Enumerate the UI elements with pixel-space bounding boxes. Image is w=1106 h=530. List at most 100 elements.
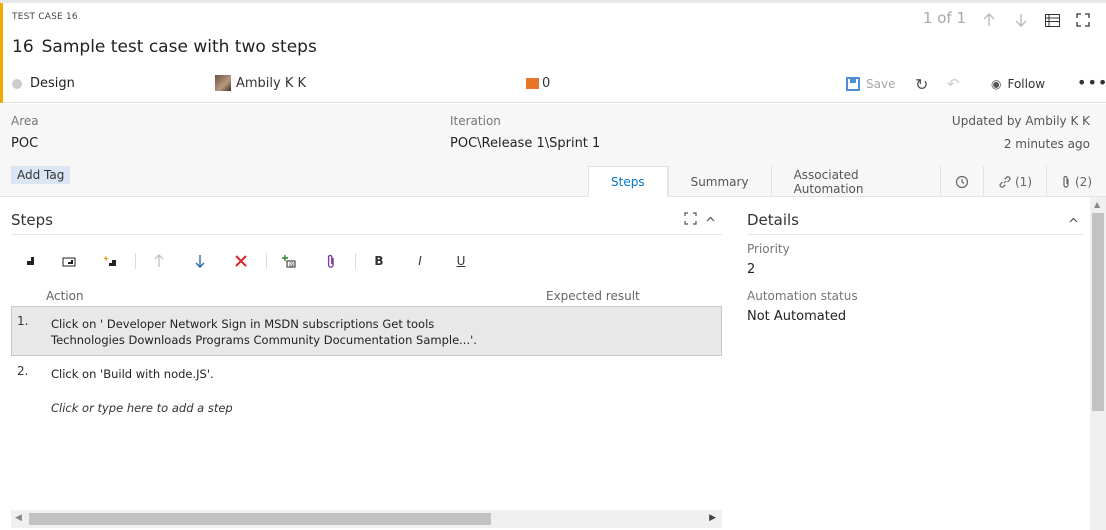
priority-value[interactable]: 2 xyxy=(747,262,755,277)
create-shared-steps-button[interactable] xyxy=(100,251,120,271)
chevron-up-icon xyxy=(1069,217,1078,223)
automation-status-label: Automation status xyxy=(747,289,858,303)
horizontal-scrollbar[interactable]: ◀ ▶ xyxy=(11,510,722,528)
tab-links[interactable]: (1) xyxy=(983,166,1046,197)
save-icon xyxy=(846,77,860,91)
more-actions-button[interactable]: ••• xyxy=(1077,73,1106,92)
automation-status-value[interactable]: Not Automated xyxy=(747,309,846,324)
move-step-down-button[interactable] xyxy=(190,251,210,271)
area-label: Area xyxy=(11,114,39,128)
add-step-placeholder[interactable]: Click or type here to add a step xyxy=(51,401,233,415)
assignee-name: Ambily K K xyxy=(236,75,307,91)
parameter-icon: @ xyxy=(282,255,296,268)
step-action-line[interactable]: Click on 'Build with node.JS'. xyxy=(51,366,214,382)
arrow-up-icon xyxy=(154,254,164,267)
shared-steps-icon xyxy=(62,257,75,267)
undo-icon: ↶ xyxy=(947,75,960,93)
comment-count: 0 xyxy=(542,76,551,91)
close-icon xyxy=(235,255,247,267)
tab-steps[interactable]: Steps xyxy=(588,166,668,197)
move-step-up-button[interactable] xyxy=(149,251,169,271)
underline-button[interactable]: U xyxy=(451,251,471,271)
action-column-header: Action xyxy=(46,289,84,303)
avatar xyxy=(215,75,231,91)
collapse-steps-button[interactable] xyxy=(706,214,715,225)
attachments-count: (2) xyxy=(1075,174,1092,189)
area-value[interactable]: POC xyxy=(11,136,38,151)
scroll-right-icon[interactable]: ▶ xyxy=(709,513,716,523)
updated-by[interactable]: Updated by Ambily K K xyxy=(952,114,1090,128)
comments-link[interactable]: 0 xyxy=(526,76,550,91)
next-item-button[interactable] xyxy=(1012,11,1030,29)
steps-divider xyxy=(11,234,722,235)
iteration-value[interactable]: POC\Release 1\Sprint 1 xyxy=(450,136,600,151)
arrow-up-icon xyxy=(983,13,995,26)
expected-result-column-header: Expected result xyxy=(546,289,640,303)
collapse-details-button[interactable] xyxy=(1069,215,1078,226)
table-row[interactable]: 1. Click on ' Developer Network Sign in … xyxy=(11,306,722,356)
state-field[interactable]: Design xyxy=(12,76,75,91)
toolbar-separator xyxy=(135,253,136,269)
refresh-button[interactable]: ↻ xyxy=(915,75,928,94)
vertical-scrollbar[interactable]: ▲ xyxy=(1090,197,1106,530)
paperclip-icon xyxy=(1063,175,1069,188)
step-action-line[interactable]: Click on ' Developer Network Sign in MSD… xyxy=(51,316,434,332)
state-dot-icon xyxy=(12,78,22,89)
maximize-steps-button[interactable] xyxy=(684,212,697,229)
previous-item-button[interactable] xyxy=(980,11,998,29)
pager-count: 1 of 1 xyxy=(922,9,966,27)
insert-step-icon xyxy=(22,257,34,265)
create-shared-steps-icon xyxy=(102,255,116,266)
tab-associated-automation[interactable]: Associated Automation xyxy=(770,166,940,197)
eye-icon: ◉ xyxy=(991,77,1002,91)
follow-label: Follow xyxy=(1007,77,1046,91)
link-icon xyxy=(999,175,1011,188)
assigned-to-field[interactable]: Ambily K K xyxy=(215,75,306,91)
scrollbar-thumb[interactable] xyxy=(1092,213,1104,411)
work-item-tabs: Steps Summary Associated Automation (1) … xyxy=(588,166,1106,197)
insert-shared-steps-button[interactable] xyxy=(59,251,79,271)
svg-text:@: @ xyxy=(289,262,294,268)
list-view-button[interactable] xyxy=(1043,11,1061,29)
work-item-title[interactable]: Sample test case with two steps xyxy=(42,37,317,57)
tab-attachments[interactable]: (2) xyxy=(1046,166,1106,197)
scrollbar-thumb[interactable] xyxy=(29,513,491,525)
step-action-line[interactable]: Technologies Downloads Programs Communit… xyxy=(51,332,477,348)
history-icon xyxy=(955,175,969,188)
undo-button[interactable]: ↶ xyxy=(947,75,960,93)
priority-label: Priority xyxy=(747,242,790,256)
save-label: Save xyxy=(866,77,896,91)
list-icon xyxy=(1044,13,1060,27)
tab-summary[interactable]: Summary xyxy=(667,166,771,197)
save-button[interactable]: Save xyxy=(846,77,895,91)
arrow-down-icon xyxy=(1015,14,1027,27)
fullscreen-icon xyxy=(1076,13,1090,27)
italic-button[interactable]: I xyxy=(410,251,430,271)
insert-step-button[interactable] xyxy=(18,251,38,271)
insert-parameter-button[interactable]: @ xyxy=(279,251,299,271)
add-tag-button[interactable]: Add Tag xyxy=(11,166,71,184)
step-number: 2. xyxy=(17,364,29,378)
toolbar-separator xyxy=(266,253,267,269)
links-count: (1) xyxy=(1015,174,1032,189)
add-attachment-button[interactable] xyxy=(321,251,341,271)
delete-step-button[interactable] xyxy=(231,251,251,271)
work-item-header: TEST CASE 16 16 Sample test case with two… xyxy=(3,3,1106,103)
comment-icon xyxy=(526,78,539,89)
updated-time: 2 minutes ago xyxy=(1003,137,1090,151)
work-item-type-label: TEST CASE 16 xyxy=(12,12,78,22)
bold-button[interactable]: B xyxy=(369,251,389,271)
follow-button[interactable]: ◉ Follow xyxy=(991,77,1045,91)
tab-history[interactable] xyxy=(940,166,983,197)
fullscreen-button[interactable] xyxy=(1074,11,1092,29)
details-divider xyxy=(747,234,1084,235)
arrow-down-icon xyxy=(195,255,205,268)
toolbar-separator xyxy=(355,253,356,269)
page-title[interactable]: 16 Sample test case with two steps xyxy=(12,37,317,57)
paperclip-icon xyxy=(327,254,334,268)
step-number: 1. xyxy=(17,314,29,328)
scroll-left-icon[interactable]: ◀ xyxy=(15,513,22,523)
scroll-up-icon[interactable]: ▲ xyxy=(1094,200,1100,209)
steps-section-title: Steps xyxy=(11,211,53,229)
expand-icon xyxy=(684,212,697,225)
